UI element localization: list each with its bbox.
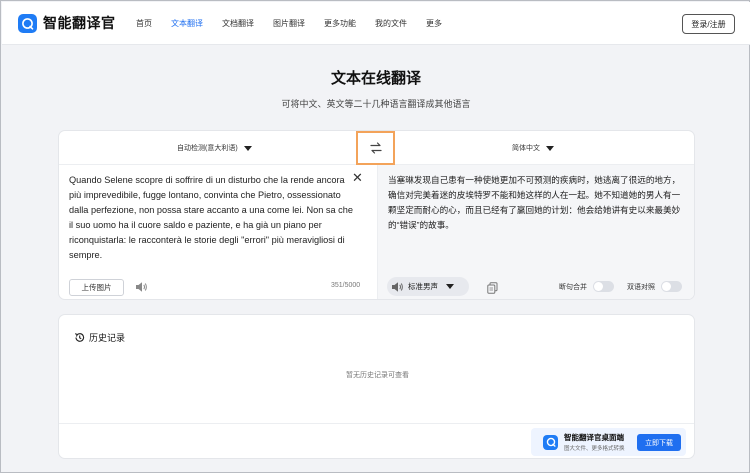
sentence-merge-toggle-group: 断句合并 — [559, 281, 614, 292]
app-name: 智能翻译官 — [43, 15, 116, 31]
promo-subtitle: 图大文件、更多格式转换 — [564, 446, 625, 452]
history-header: 历史记录 — [74, 331, 125, 344]
page-frame: 智能翻译官 首页 文本翻译 文档翻译 图片翻译 更多功能 我的文件 更多 登录/… — [0, 0, 750, 473]
download-now-button[interactable]: 立即下载 — [637, 434, 681, 451]
nav-more[interactable]: 更多 — [426, 18, 442, 29]
login-register-button[interactable]: 登录/注册 — [682, 14, 735, 34]
speaker-icon[interactable] — [135, 280, 148, 298]
main-nav: 首页 文本翻译 文档翻译 图片翻译 更多功能 我的文件 更多 — [136, 2, 461, 45]
speaker-icon — [392, 281, 403, 292]
swap-icon — [369, 142, 382, 154]
translator-card: 自动检测(意大利语) 简体中文 Quando Selene scopre di … — [58, 130, 695, 300]
source-pane: Quando Selene scopre di soffrire di un d… — [59, 165, 377, 299]
chevron-down-icon — [546, 145, 554, 151]
top-header: 智能翻译官 首页 文本翻译 文档翻译 图片翻译 更多功能 我的文件 更多 登录/… — [2, 2, 750, 45]
bilingual-label: 双语对照 — [627, 283, 655, 291]
nav-home[interactable]: 首页 — [136, 18, 152, 29]
translated-text: 当塞琳发现自己患有一种使她更加不可预测的疾病时，她逃离了很远的地方，确信对完美着… — [388, 175, 681, 230]
page-subtitle: 可将中文、英文等二十几种语言翻译成其他语言 — [281, 99, 471, 109]
history-divider — [59, 423, 694, 424]
character-counter: 351/5000 — [331, 282, 361, 289]
promo-texts: 智能翻译官桌面端 图大文件、更多格式转换 — [564, 432, 625, 452]
source-text-input[interactable]: Quando Selene scopre di soffrire di un d… — [69, 173, 354, 263]
sentence-merge-toggle[interactable] — [593, 281, 614, 292]
voice-select[interactable]: 标准男声 — [387, 277, 469, 296]
nav-my-files[interactable]: 我的文件 — [375, 18, 407, 29]
target-language-label: 简体中文 — [512, 145, 540, 152]
swap-languages-button[interactable] — [356, 131, 395, 165]
logo-icon — [18, 13, 37, 33]
page-title: 文本在线翻译 — [330, 70, 421, 87]
target-pane: 当塞琳发现自己患有一种使她更加不可预测的疾病时，她逃离了很远的地方，确信对完美着… — [378, 165, 694, 299]
target-language-select[interactable]: 简体中文 — [512, 143, 554, 153]
nav-image-translate[interactable]: 图片翻译 — [273, 18, 305, 29]
sentence-merge-label: 断句合并 — [559, 283, 587, 291]
history-title: 历史记录 — [89, 333, 126, 343]
nav-text-translate[interactable]: 文本翻译 — [171, 18, 203, 29]
nav-more-features[interactable]: 更多功能 — [324, 18, 356, 29]
nav-document-translate[interactable]: 文档翻译 — [222, 18, 254, 29]
history-empty-text: 暂无历史记录可查看 — [346, 372, 409, 379]
bilingual-toggle[interactable] — [661, 281, 682, 292]
desktop-promo: 智能翻译官桌面端 图大文件、更多格式转换 立即下载 — [531, 428, 686, 456]
history-icon — [74, 333, 85, 342]
source-language-select[interactable]: 自动检测(意大利语) — [177, 143, 252, 153]
clear-icon[interactable]: ✕ — [352, 171, 363, 184]
promo-title: 智能翻译官桌面端 — [564, 433, 624, 442]
logo[interactable]: 智能翻译官 — [18, 13, 116, 33]
copy-icon[interactable] — [487, 281, 498, 299]
app-logo-icon — [543, 434, 558, 450]
bilingual-toggle-group: 双语对照 — [627, 281, 682, 292]
language-bar: 自动检测(意大利语) 简体中文 — [59, 131, 694, 165]
upload-image-button[interactable]: 上传图片 — [69, 279, 124, 296]
chevron-down-icon — [243, 145, 252, 151]
caret-down-icon — [446, 284, 454, 289]
source-language-label: 自动检测(意大利语) — [177, 145, 238, 152]
voice-label: 标准男声 — [408, 282, 438, 291]
